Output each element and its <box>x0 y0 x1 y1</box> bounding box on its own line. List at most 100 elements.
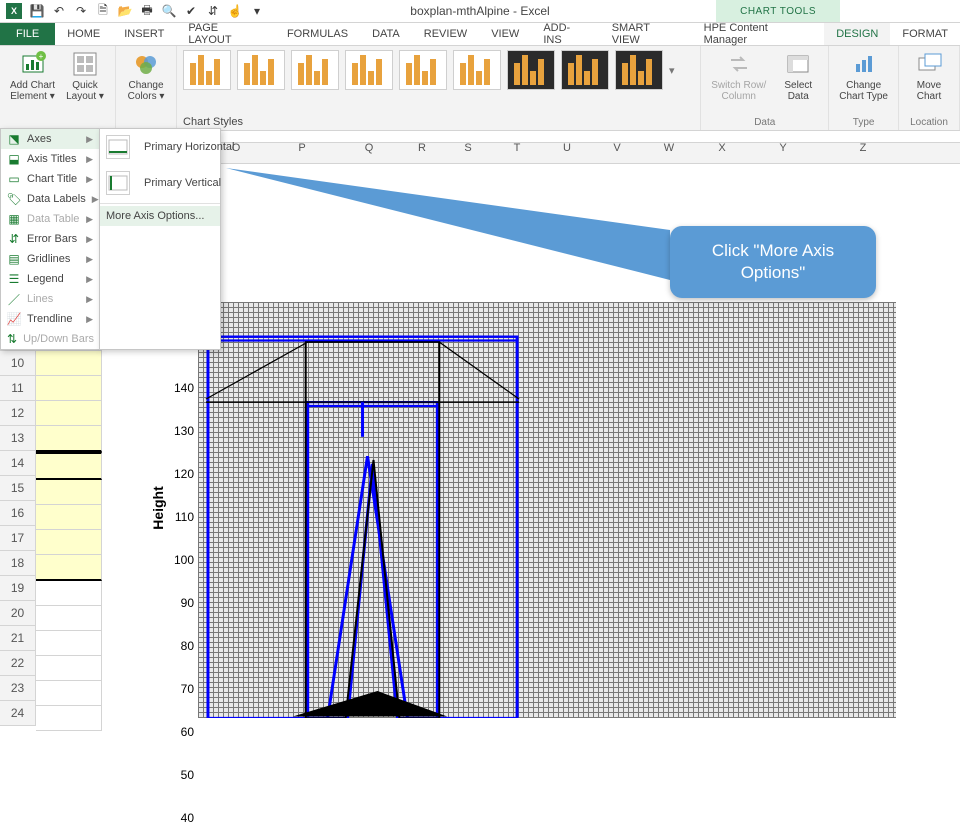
col-header[interactable]: Z <box>818 142 908 162</box>
row-header[interactable]: 15 <box>0 476 36 501</box>
menu-chart-title-label: Chart Title <box>27 173 77 185</box>
row-header[interactable]: 22 <box>0 651 36 676</box>
add-chart-element-label: Add Chart Element ▾ <box>10 80 55 102</box>
chart-style-7[interactable] <box>507 50 555 90</box>
select-data-button[interactable]: Select Data <box>774 50 822 102</box>
title-bar: X 💾 ↶ ↷ 🗎 📂 🖶 🔍 ✔ ⇵ ☝ ▾ boxplan-mthAlpin… <box>0 0 960 23</box>
row-header[interactable]: 20 <box>0 601 36 626</box>
chart-style-3[interactable] <box>291 50 339 90</box>
chart-style-8[interactable] <box>561 50 609 90</box>
spelling-icon[interactable]: ✔ <box>184 4 198 18</box>
y-tick: 60 <box>172 725 194 739</box>
menu-axis-titles[interactable]: ⬓Axis Titles▶ <box>1 149 99 169</box>
quick-layout-button[interactable]: Quick Layout ▾ <box>61 50 109 102</box>
row-header[interactable]: 17 <box>0 526 36 551</box>
chart-styles-more-icon[interactable]: ▾ <box>669 64 675 77</box>
sort-asc-icon[interactable]: ⇵ <box>206 4 220 18</box>
save-icon[interactable]: 💾 <box>30 4 44 18</box>
tab-addins[interactable]: ADD-INS <box>531 23 599 45</box>
ribbon-tabs: FILE HOME INSERT PAGE LAYOUT FORMULAS DA… <box>0 23 960 46</box>
row-header[interactable]: 11 <box>0 376 36 401</box>
menu-chart-title[interactable]: ▭Chart Title▶ <box>1 169 99 189</box>
undo-icon[interactable]: ↶ <box>52 4 66 18</box>
menu-legend[interactable]: ☰Legend▶ <box>1 269 99 289</box>
menu-gridlines[interactable]: ▤Gridlines▶ <box>1 249 99 269</box>
menu-trendline[interactable]: 📈Trendline▶ <box>1 309 99 329</box>
row-header[interactable]: 19 <box>0 576 36 601</box>
tab-format[interactable]: FORMAT <box>890 23 960 45</box>
ribbon: + Add Chart Element ▾ Quick Layout ▾ Cha… <box>0 46 960 131</box>
redo-icon[interactable]: ↷ <box>74 4 88 18</box>
primary-vertical-icon <box>106 171 130 195</box>
chart-style-2[interactable] <box>237 50 285 90</box>
col-header[interactable]: P <box>266 142 338 162</box>
tab-data[interactable]: DATA <box>360 23 412 45</box>
tab-view[interactable]: VIEW <box>479 23 531 45</box>
col-header[interactable]: V <box>592 142 642 162</box>
chart-tools-contextual-label: CHART TOOLS <box>716 0 840 22</box>
col-header[interactable]: W <box>642 142 696 162</box>
chart-style-5[interactable] <box>399 50 447 90</box>
chart-style-1[interactable] <box>183 50 231 90</box>
menu-data-labels[interactable]: 🏷Data Labels▶ <box>1 189 99 209</box>
open-icon[interactable]: 📂 <box>118 4 132 18</box>
print-preview-icon[interactable]: 🔍 <box>162 4 176 18</box>
tab-insert[interactable]: INSERT <box>112 23 176 45</box>
chart-style-6[interactable] <box>453 50 501 90</box>
touch-mode-icon[interactable]: ☝ <box>228 4 242 18</box>
row-header[interactable]: 18 <box>0 551 36 576</box>
add-chart-element-menu: ⬔Axes▶ ⬓Axis Titles▶ ▭Chart Title▶ 🏷Data… <box>0 128 221 350</box>
col-header[interactable]: X <box>696 142 748 162</box>
tab-design[interactable]: DESIGN <box>824 23 890 45</box>
y-tick: 130 <box>172 424 194 438</box>
move-chart-button[interactable]: Move Chart <box>905 50 953 102</box>
tab-review[interactable]: REVIEW <box>412 23 479 45</box>
change-chart-type-icon <box>850 50 878 78</box>
row-header[interactable]: 23 <box>0 676 36 701</box>
row-header[interactable]: 12 <box>0 401 36 426</box>
row-header[interactable]: 13 <box>0 426 36 451</box>
menu-error-bars-label: Error Bars <box>27 233 77 245</box>
col-header[interactable]: Y <box>748 142 818 162</box>
row-header[interactable]: 24 <box>0 701 36 726</box>
submenu-primary-horizontal[interactable]: Primary Horizontal <box>100 129 220 165</box>
y-tick: 80 <box>172 639 194 653</box>
tab-file[interactable]: FILE <box>0 23 55 45</box>
change-colors-button[interactable]: Change Colors ▾ <box>122 50 170 102</box>
chart-styles-gallery[interactable]: ▾ Chart Styles <box>177 46 701 130</box>
quick-layout-label: Quick Layout ▾ <box>66 80 104 102</box>
chart-style-9[interactable] <box>615 50 663 90</box>
col-header[interactable]: S <box>444 142 492 162</box>
switch-row-column-button[interactable]: Switch Row/ Column <box>707 50 770 102</box>
move-chart-icon <box>915 50 943 78</box>
instruction-callout: Click "More Axis Options" <box>670 226 876 298</box>
col-header[interactable]: T <box>492 142 542 162</box>
y-tick: 90 <box>172 596 194 610</box>
quick-print-icon[interactable]: 🖶 <box>140 4 154 18</box>
submenu-more-axis-options-label: More Axis Options... <box>106 210 204 222</box>
tab-page-layout[interactable]: PAGE LAYOUT <box>176 23 275 45</box>
tab-home[interactable]: HOME <box>55 23 112 45</box>
menu-gridlines-label: Gridlines <box>27 253 70 265</box>
row-header[interactable]: 10 <box>0 351 36 376</box>
chart-style-4[interactable] <box>345 50 393 90</box>
change-colors-icon <box>132 50 160 78</box>
qat-more-icon[interactable]: ▾ <box>250 4 264 18</box>
tab-hpe-content-manager[interactable]: HPE Content Manager <box>692 23 825 45</box>
menu-error-bars[interactable]: ⇵Error Bars▶ <box>1 229 99 249</box>
row-header[interactable]: 21 <box>0 626 36 651</box>
change-chart-type-button[interactable]: Change Chart Type <box>835 50 892 102</box>
col-header[interactable]: Q <box>338 142 400 162</box>
tab-smart-view[interactable]: SMART VIEW <box>600 23 692 45</box>
col-header[interactable]: R <box>400 142 444 162</box>
submenu-primary-vertical[interactable]: Primary Vertical <box>100 165 220 201</box>
row-header[interactable]: 16 <box>0 501 36 526</box>
row-header[interactable]: 14 <box>0 451 36 476</box>
new-icon[interactable]: 🗎 <box>96 4 110 18</box>
col-header[interactable]: U <box>542 142 592 162</box>
chart-object[interactable]: Height 160 150 140 130 120 110 100 90 80… <box>130 296 900 720</box>
submenu-more-axis-options[interactable]: More Axis Options... <box>100 206 220 226</box>
tab-formulas[interactable]: FORMULAS <box>275 23 360 45</box>
add-chart-element-button[interactable]: + Add Chart Element ▾ <box>6 50 59 102</box>
menu-axes[interactable]: ⬔Axes▶ <box>1 129 99 149</box>
